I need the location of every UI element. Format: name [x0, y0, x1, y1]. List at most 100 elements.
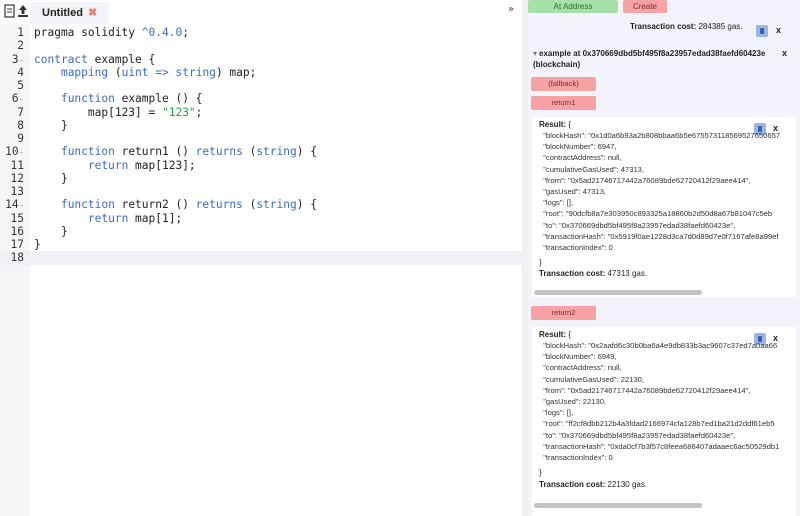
tx-cost-label: Transaction cost: — [539, 480, 606, 489]
result-field: "transactionHash": "0x5919f0ae1228d3ca7d… — [539, 231, 779, 241]
result-return2: Result: { x "blockHash": "0x2aafd6c30b0b… — [532, 327, 796, 516]
line-number: 7 — [17, 105, 24, 119]
result-field: "blockNumber": 6949, — [539, 352, 617, 362]
code-line[interactable]: 13 — [0, 185, 525, 198]
debug-icon[interactable] — [756, 25, 768, 37]
result-field: "transactionHash": "0xda0cf7b3f57c8feea6… — [539, 441, 780, 451]
tx-cost-value: 47313 gas. — [607, 269, 648, 278]
code-text: } — [34, 224, 68, 238]
line-number: 13 — [10, 185, 24, 198]
result-transaction-cost: Transaction cost: 47313 gas. — [539, 269, 647, 278]
result-fields: "blockHash": "0x2aafd6c30b0ba6a4e9db833b… — [539, 340, 779, 463]
result-field: "transactionIndex": 0 — [539, 453, 613, 463]
line-number: 18 — [10, 251, 24, 265]
code-line[interactable]: 7 map[123] = "123"; — [0, 106, 525, 119]
tx-cost-label: Transaction cost: — [539, 269, 606, 278]
result-field: "cumulativeGasUsed": 47313, — [539, 164, 645, 174]
close-icon[interactable]: x — [776, 25, 781, 35]
tx-cost-label: Transaction cost: — [630, 22, 697, 31]
line-number: 4 — [17, 65, 24, 79]
code-line[interactable]: 14- function return2 () returns (string)… — [0, 198, 525, 211]
code-line[interactable]: 16 } — [0, 225, 525, 238]
line-number: 17 — [10, 238, 24, 251]
tab-untitled[interactable]: Untitled ✖ — [30, 2, 110, 24]
return1-button[interactable]: return1 — [531, 96, 596, 110]
file-icon[interactable] — [3, 3, 17, 19]
tx-cost-value: 22130 gas. — [607, 480, 648, 489]
code-text: } — [34, 171, 68, 185]
line-number: 11 — [10, 158, 24, 172]
collapse-triangle-icon[interactable]: ▾ — [533, 49, 537, 58]
code-lines[interactable]: 1 pragma solidity ^0.4.0; 2 3- contract exam… — [0, 26, 525, 265]
at-address-button[interactable]: At Address — [528, 0, 618, 13]
collapse-panel-icon[interactable]: » — [508, 4, 514, 15]
tx-cost-value: 284385 gas. — [698, 22, 743, 31]
horizontal-scrollbar[interactable] — [532, 502, 796, 509]
code-line[interactable]: 2 — [0, 39, 525, 52]
run-panel: At Address Create Transaction cost: 2843… — [528, 0, 800, 516]
instance-close-icon[interactable]: x — [782, 48, 787, 58]
tab-close-icon[interactable]: ✖ — [88, 7, 97, 19]
code-text: mapping (uint => string) map; — [60, 65, 257, 79]
code-line[interactable]: 3- contract example { — [0, 53, 525, 66]
fallback-button[interactable]: (fallback) — [531, 77, 596, 91]
code-line[interactable]: 17} — [0, 238, 525, 251]
code-line[interactable]: 8 } — [0, 119, 525, 132]
open-brace: { — [568, 330, 572, 339]
scrollbar-thumb[interactable] — [534, 503, 702, 508]
code-text: map[123] = "123"; — [34, 105, 203, 119]
result-field: "blockHash": "0x1d0a6b93a2b808bbaa6b5e67… — [539, 131, 781, 140]
code-text: return map[1]; — [87, 211, 183, 225]
code-text: function return2 () returns (string) { — [60, 198, 317, 212]
upload-icon[interactable] — [16, 3, 30, 19]
horizontal-scrollbar[interactable] — [532, 289, 796, 296]
result-field: "transactionIndex": 0 — [539, 243, 613, 253]
line-number: 16 — [10, 224, 24, 238]
result-field: "blockNumber": 6947, — [539, 142, 617, 152]
result-field: "from": "0x5ad21746717442a76089bde627204… — [539, 385, 751, 395]
code-line[interactable]: 6- function example () { — [0, 92, 525, 105]
close-brace: } — [539, 258, 542, 267]
result-field: "blockHash": "0x2aafd6c30b0ba6a4e9db833b… — [539, 341, 778, 350]
contract-instance: ▾ example at 0x370669dbd5bf495f8a23957eda… — [528, 44, 800, 516]
code-line[interactable]: 10- function return1 () returns (string)… — [0, 145, 525, 158]
result-field: "root": "90dcfb8a7e303950c893325a18860b2… — [539, 209, 773, 219]
code-line[interactable]: 5 — [0, 79, 525, 92]
instance-title: example at 0x370669dbd5bf495f8a23957edad… — [533, 49, 766, 69]
code-line[interactable]: 4 mapping (uint => string) map; — [0, 66, 525, 79]
result-field: "from": "0x5ad21746717442a76089bde627204… — [539, 175, 751, 185]
code-line[interactable]: 1 pragma solidity ^0.4.0; — [0, 26, 525, 39]
line-number: 9 — [17, 132, 24, 145]
code-text: pragma solidity ^0.4.0; — [34, 26, 189, 39]
result-field: "to": "0x370669dbd5bf495f8a23957edad38fa… — [539, 430, 736, 440]
code-text: return map[123]; — [87, 158, 196, 172]
result-title: Result: { — [539, 330, 571, 339]
result-transaction-cost: Transaction cost: 22130 gas. — [539, 480, 647, 489]
result-field: "logs": [], — [539, 198, 574, 208]
line-number: 2 — [17, 39, 24, 53]
return2-button[interactable]: return2 — [531, 306, 596, 320]
code-line[interactable]: 11 return map[123]; — [0, 159, 525, 172]
create-button[interactable]: Create — [623, 0, 667, 13]
result-title: Result: { — [539, 120, 571, 129]
result-field: "cumulativeGasUsed": 22130, — [539, 374, 645, 384]
code-line[interactable]: 15 return map[1]; — [0, 212, 525, 225]
result-label: Result: — [539, 120, 567, 129]
line-number: 8 — [17, 118, 24, 132]
code-line[interactable]: 18 — [0, 251, 525, 265]
scrollbar-thumb[interactable] — [534, 290, 702, 295]
result-label: Result: — [539, 330, 567, 339]
line-number: 12 — [10, 171, 24, 185]
editor-pane: Untitled ✖ 1 pragma solidity ^0.4.0; 2 3- con… — [0, 0, 525, 516]
tab-title: Untitled — [42, 7, 83, 19]
code-text: contract example { — [34, 52, 156, 66]
instance-header[interactable]: ▾ example at 0x370669dbd5bf495f8a23957eda… — [533, 48, 783, 70]
line-number: 5 — [17, 79, 24, 92]
code-line[interactable]: 12 } — [0, 172, 525, 185]
editor-tab-bar: Untitled ✖ — [0, 0, 525, 24]
result-fields: "blockHash": "0x1d0a6b93a2b808bbaa6b5e67… — [539, 130, 780, 253]
result-field: "to": "0x370669dbd5bf495f8a23957edad38fa… — [539, 220, 736, 230]
result-return1: Result: { x "blockHash": "0x1d0a6b93a2b8… — [532, 117, 796, 297]
code-line[interactable]: 9 — [0, 132, 525, 145]
result-field: "contractAddress": null, — [539, 363, 622, 373]
